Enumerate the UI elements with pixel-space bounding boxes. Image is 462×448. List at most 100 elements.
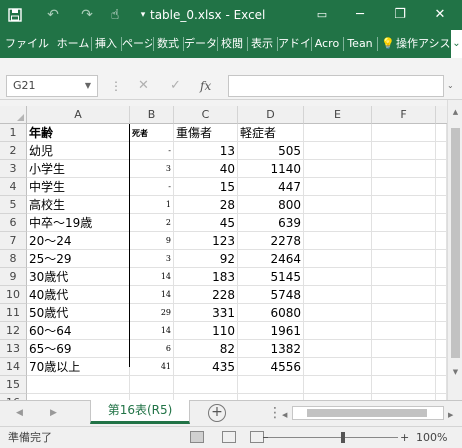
cell[interactable] [304,268,372,286]
cell[interactable]: 9 [130,232,174,250]
cell[interactable]: 軽症者 [238,124,304,142]
row-header[interactable]: 5 [0,196,27,214]
row-header[interactable]: 3 [0,160,27,178]
column-header-D[interactable]: D [238,106,304,124]
cell[interactable]: 1382 [238,340,304,358]
tab-data[interactable]: データ [184,30,216,58]
cell[interactable]: 20～24 [27,232,130,250]
page-layout-view-button[interactable] [222,431,236,443]
cell[interactable]: 25～29 [27,250,130,268]
worksheet-grid[interactable]: A B C D E F 12345678910111213141516 年齢死者… [0,100,462,400]
tell-me-search[interactable]: 操作アシス [396,30,450,58]
horizontal-scrollbar[interactable] [292,406,444,420]
horizontal-scroll-thumb[interactable] [307,409,427,417]
select-all-button[interactable] [0,106,27,124]
zoom-slider[interactable] [268,432,398,443]
sheet-tab-active[interactable]: 第16表(R5) [90,400,190,424]
cell[interactable] [304,142,372,160]
cell[interactable]: 447 [238,178,304,196]
cell[interactable] [436,376,447,394]
cell[interactable]: 40 [174,160,238,178]
cell[interactable]: 82 [174,340,238,358]
cell[interactable]: 重傷者 [174,124,238,142]
cell[interactable]: 505 [238,142,304,160]
cell[interactable] [372,250,436,268]
cell[interactable]: 2 [130,214,174,232]
chevron-down-icon[interactable]: ▼ [85,76,91,96]
cancel-icon[interactable]: ✕ [138,75,149,97]
row-header[interactable]: 9 [0,268,27,286]
column-header-partial[interactable] [436,106,447,124]
cell[interactable] [372,232,436,250]
cell[interactable] [304,376,372,394]
cell[interactable]: 435 [174,358,238,376]
cell[interactable]: 331 [174,304,238,322]
scroll-right-icon[interactable]: ▶ [448,403,453,427]
scroll-down-icon[interactable]: ▼ [448,368,462,376]
cell[interactable]: 30歳代 [27,268,130,286]
zoom-level[interactable]: 100% [416,427,447,448]
tab-team[interactable]: Tean [344,30,376,58]
cell[interactable]: 183 [174,268,238,286]
tab-page-layout[interactable]: ページ [122,30,152,58]
insert-function-icon[interactable]: fx [200,75,211,97]
cell[interactable] [304,340,372,358]
cell[interactable]: 65～69 [27,340,130,358]
row-header[interactable]: 2 [0,142,27,160]
cell[interactable] [304,286,372,304]
cell[interactable] [304,232,372,250]
next-sheet-icon[interactable]: ▶ [50,401,57,425]
row-header[interactable]: 8 [0,250,27,268]
minimize-button[interactable]: ─ [341,0,379,30]
cell[interactable] [436,304,447,322]
row-header[interactable]: 12 [0,322,27,340]
zoom-in-button[interactable]: + [400,427,409,448]
cell[interactable]: 800 [238,196,304,214]
cell[interactable] [304,214,372,232]
ribbon-options-icon[interactable]: ▭ [303,0,341,30]
scroll-left-icon[interactable]: ◀ [282,403,287,427]
cell[interactable]: - [130,178,174,196]
cell[interactable] [372,268,436,286]
cell[interactable] [436,268,447,286]
vertical-scroll-thumb[interactable] [451,128,460,358]
column-header-A[interactable]: A [27,106,130,124]
cell[interactable] [372,214,436,232]
row-header[interactable]: 15 [0,376,27,394]
normal-view-button[interactable] [190,431,204,443]
cell[interactable]: 6 [130,340,174,358]
lightbulb-icon[interactable]: 💡 [380,30,396,58]
tab-acrobat[interactable]: Acro [312,30,342,58]
tab-review[interactable]: 校閲 [218,30,246,58]
cell[interactable]: 1961 [238,322,304,340]
row-header[interactable]: 13 [0,340,27,358]
column-header-B[interactable]: B [130,106,174,124]
cell[interactable]: 639 [238,214,304,232]
row-header[interactable]: 6 [0,214,27,232]
cell[interactable]: 中学生 [27,178,130,196]
redo-icon[interactable]: ↷ [76,0,98,30]
cell[interactable] [372,178,436,196]
tab-addins[interactable]: アドイ [278,30,310,58]
cell[interactable] [436,340,447,358]
row-header[interactable]: 14 [0,358,27,376]
cell[interactable]: 41 [130,358,174,376]
cell[interactable]: 5145 [238,268,304,286]
cell[interactable]: 1 [130,196,174,214]
cell[interactable] [238,376,304,394]
cell[interactable] [304,250,372,268]
cell[interactable] [174,376,238,394]
cell[interactable]: 110 [174,322,238,340]
cell[interactable] [436,286,447,304]
add-sheet-button[interactable]: + [208,404,226,422]
restore-button[interactable]: ❐ [381,0,419,30]
scroll-up-icon[interactable]: ▲ [448,108,462,116]
column-header-E[interactable]: E [304,106,372,124]
undo-icon[interactable]: ↶ [42,0,64,30]
cell[interactable] [436,124,447,142]
ribbon-expand-button[interactable]: ⌄ [451,30,462,58]
cell[interactable] [372,304,436,322]
cell[interactable] [304,358,372,376]
tab-formulas[interactable]: 数式 [154,30,182,58]
cell[interactable] [304,178,372,196]
